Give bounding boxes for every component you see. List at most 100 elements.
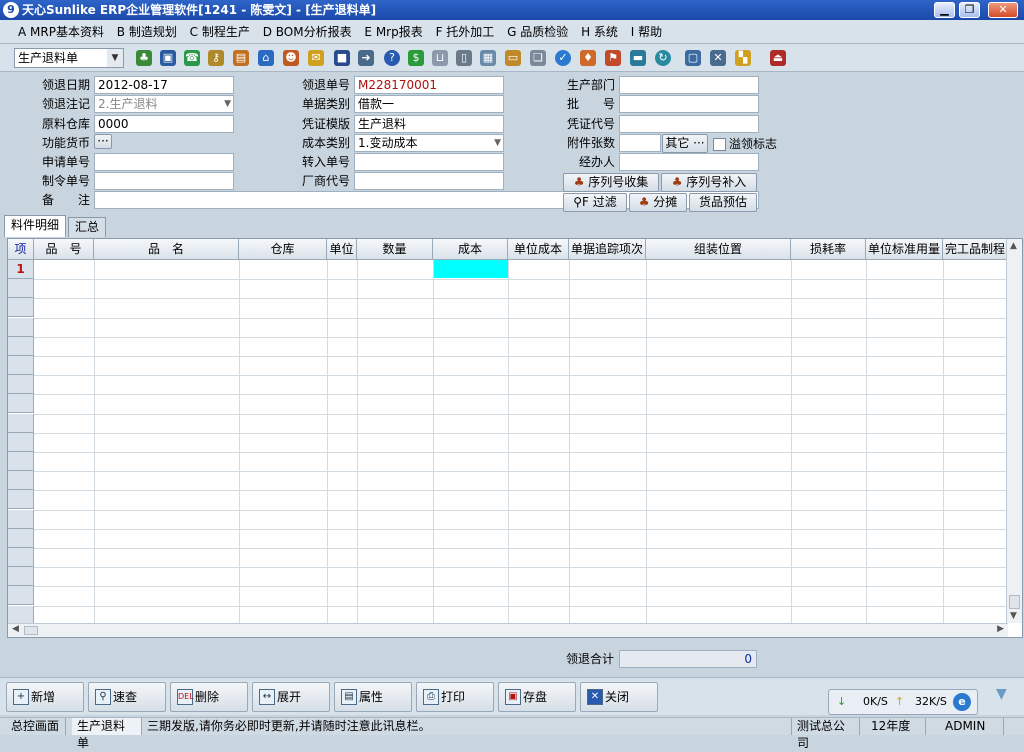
scroll-right-icon[interactable]: ▶	[997, 624, 1004, 634]
forecast-button[interactable]: 货品预估	[689, 193, 757, 212]
menu-mrp-basic[interactable]: A MRP基本资料	[18, 25, 104, 39]
row-header[interactable]	[8, 490, 34, 509]
hscroll-thumb[interactable]	[24, 626, 38, 635]
mail-icon[interactable]: ✉	[308, 50, 324, 66]
tree-icon[interactable]: ♣	[136, 50, 152, 66]
restore-button[interactable]: ❐	[959, 2, 980, 18]
key-icon[interactable]: ⚷	[208, 50, 224, 66]
col-assembly[interactable]: 组装位置	[646, 239, 791, 260]
calculator-icon[interactable]: ▦	[480, 50, 496, 66]
minimize-button[interactable]: ▁	[934, 2, 955, 18]
cart-icon[interactable]: ⊔	[432, 50, 448, 66]
voucher-tpl-field[interactable]: 生产退料	[354, 115, 504, 133]
scroll-left-icon[interactable]: ◀	[12, 624, 19, 634]
document-icon[interactable]: ▯	[456, 50, 472, 66]
ret-note-select[interactable]: 2.生产退料 ▼	[94, 95, 234, 113]
doc-cat-field[interactable]: 借款一	[354, 95, 504, 113]
batch-field[interactable]	[619, 95, 759, 113]
dollar-icon[interactable]: $	[408, 50, 424, 66]
menu-outsourcing[interactable]: F 托外加工	[436, 25, 495, 39]
handler-field[interactable]	[619, 153, 759, 171]
print-button[interactable]: ⎙ 打印	[416, 682, 494, 712]
row-header[interactable]	[8, 337, 34, 356]
col-warehouse[interactable]: 仓库	[239, 239, 327, 260]
dept-field[interactable]	[619, 76, 759, 94]
col-item-name[interactable]: 品 名	[94, 239, 239, 260]
scroll-down-icon[interactable]: ▼	[1010, 611, 1017, 621]
col-loss-rate[interactable]: 损耗率	[791, 239, 866, 260]
row-header[interactable]	[8, 471, 34, 490]
menu-bom-report[interactable]: D BOM分析报表	[263, 25, 352, 39]
phone-icon[interactable]: ☎	[184, 50, 200, 66]
split-button[interactable]: ♣ 分摊	[629, 193, 687, 212]
row-header[interactable]	[8, 586, 34, 605]
tile-icon[interactable]: ▚	[735, 50, 751, 66]
active-cell[interactable]	[433, 260, 508, 278]
menu-mrp-report[interactable]: E Mrp报表	[364, 25, 422, 39]
monitor-icon[interactable]: ▣	[160, 50, 176, 66]
row-header[interactable]	[8, 375, 34, 394]
refresh-icon[interactable]: ↻	[655, 50, 671, 66]
people-icon[interactable]: ☻	[283, 50, 299, 66]
row-header[interactable]	[8, 414, 34, 433]
row-header[interactable]	[8, 433, 34, 452]
currency-lookup-button[interactable]: ···	[94, 134, 112, 149]
fire-icon[interactable]: ♦	[580, 50, 596, 66]
col-std-usage[interactable]: 单位标准用量	[866, 239, 943, 260]
vendor-field[interactable]	[354, 172, 504, 190]
scroll-up-icon[interactable]: ▲	[1010, 241, 1017, 251]
close-button[interactable]: ✕ 关闭	[580, 682, 658, 712]
ret-no-field[interactable]: M228170001	[354, 76, 504, 94]
exit-icon[interactable]: ⏏	[770, 50, 786, 66]
col-trace[interactable]: 单据追踪项次	[569, 239, 646, 260]
doc-type-select[interactable]: 生产退料单 ▼	[14, 48, 124, 68]
row-header[interactable]	[8, 510, 34, 529]
ret-date-field[interactable]: 2012-08-17	[94, 76, 234, 94]
home-icon[interactable]: ⌂	[258, 50, 274, 66]
other-button[interactable]: 其它 ···	[662, 134, 708, 153]
tab-detail[interactable]: 料件明细	[4, 215, 67, 237]
tab-summary[interactable]: 汇总	[68, 217, 107, 237]
col-quantity[interactable]: 数量	[357, 239, 433, 260]
serial-collect-button[interactable]: ♣ 序列号收集	[563, 173, 659, 192]
row-header[interactable]	[8, 529, 34, 548]
org-chart-icon[interactable]: ⚑	[605, 50, 621, 66]
menu-planning[interactable]: B 制造规划	[117, 25, 177, 39]
add-button[interactable]: + 新增	[6, 682, 84, 712]
row-header[interactable]	[8, 452, 34, 471]
book-icon[interactable]: ■	[334, 50, 350, 66]
browser-icon[interactable]: e	[953, 693, 971, 711]
screen-icon[interactable]: ▬	[630, 50, 646, 66]
copy-icon[interactable]: ❏	[530, 50, 546, 66]
serial-add-button[interactable]: ♣ 序列号补入	[661, 173, 757, 192]
col-item-no[interactable]: 品 号	[34, 239, 94, 260]
col-cost[interactable]: 成本	[433, 239, 508, 260]
col-process[interactable]: 完工品制程	[943, 239, 1008, 260]
check-icon[interactable]: ✓	[555, 50, 571, 66]
quick-search-button[interactable]: ⚲ 速查	[88, 682, 166, 712]
status-home-tab[interactable]: 总控画面	[6, 718, 66, 735]
row-header[interactable]	[8, 567, 34, 586]
row-header[interactable]	[8, 394, 34, 413]
filter-button[interactable]: ⚲F 过滤	[563, 193, 627, 212]
voucher-no-field[interactable]	[619, 115, 759, 133]
row-header[interactable]	[8, 279, 34, 298]
warehouse-field[interactable]: 0000	[94, 115, 234, 133]
horizontal-scrollbar[interactable]: ◀ ▶	[8, 623, 1008, 637]
apply-no-field[interactable]	[94, 153, 234, 171]
transfer-no-field[interactable]	[354, 153, 504, 171]
menu-process[interactable]: C 制程生产	[190, 25, 250, 39]
save-button[interactable]: ▣ 存盘	[498, 682, 576, 712]
col-unit-cost[interactable]: 单位成本	[508, 239, 569, 260]
overdraw-checkbox[interactable]	[713, 138, 726, 151]
help-icon[interactable]: ?	[384, 50, 400, 66]
expand-button[interactable]: ↔ 展开	[252, 682, 330, 712]
row-header[interactable]	[8, 548, 34, 567]
col-unit[interactable]: 单位	[327, 239, 357, 260]
status-doc-tab[interactable]: 生产退料单	[72, 718, 142, 750]
briefcase-icon[interactable]: ▤	[233, 50, 249, 66]
scroll-thumb[interactable]	[1009, 595, 1020, 609]
attach-field[interactable]	[619, 134, 661, 152]
close-doc-icon[interactable]: ✕	[710, 50, 726, 66]
menu-quality[interactable]: G 品质检验	[507, 25, 568, 39]
